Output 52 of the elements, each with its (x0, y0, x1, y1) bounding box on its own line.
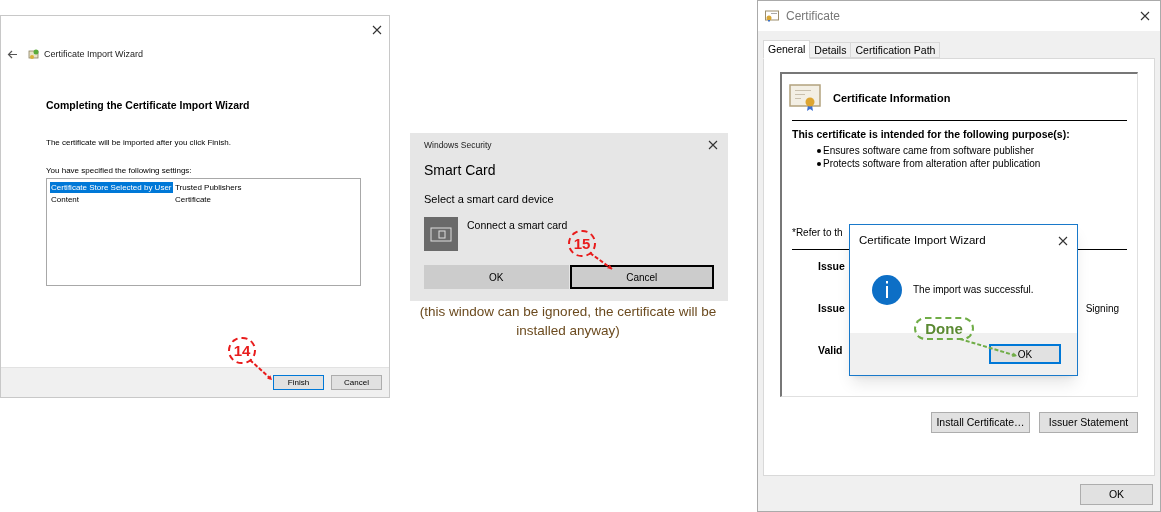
callout-label: 15 (568, 230, 596, 257)
tab[interactable]: Certification Path (851, 42, 941, 58)
bullet-icon (817, 149, 821, 153)
certificate-button[interactable]: Install Certificate… (931, 412, 1030, 433)
purpose-heading: This certificate is intended for the following purpose(s): (792, 129, 1071, 140)
window-title: Certificate (786, 10, 841, 22)
wizard-button[interactable]: Finish (273, 375, 324, 390)
close-icon[interactable] (1058, 235, 1068, 246)
certificate-button[interactable]: Issuer Statement (1039, 412, 1138, 433)
dialog-caption: Windows Security (424, 140, 492, 150)
smart-card-icon (424, 217, 458, 251)
info-title: Certificate Information (833, 92, 951, 104)
dialog-button[interactable]: OK (424, 265, 569, 289)
back-arrow-icon[interactable] (7, 49, 18, 59)
refer-note: *Refer to th (792, 227, 843, 238)
setting-name[interactable]: Certificate Store Selected by User (50, 182, 173, 193)
wizard-message: The certificate will be imported after you click Finish. (46, 138, 232, 147)
settings-list[interactable]: Certificate Store Selected by User Trusted Publishers Content Certificate (46, 177, 361, 286)
dialog-title: Smart Card (424, 163, 497, 177)
certificate-icon (28, 48, 40, 60)
note-text: (this window can be ignored, the certificate will be installed anyway) (418, 303, 718, 340)
purpose-item: Ensures software came from software publisher (823, 146, 1035, 156)
setting-name[interactable]: Content (50, 194, 171, 205)
dialog-message: The import was successful. (913, 284, 1034, 295)
bullet-icon (817, 162, 821, 166)
callout-label: 14 (228, 337, 256, 364)
callout-label: Done (914, 317, 974, 340)
info-icon (872, 274, 902, 305)
field-label: Issue (818, 261, 845, 272)
dialog-button[interactable]: Cancel (569, 265, 714, 289)
field-label: Valid (818, 345, 843, 356)
dialog-prompt: Select a smart card device (424, 194, 555, 205)
close-icon[interactable] (372, 25, 382, 35)
setting-value: Trusted Publishers (175, 183, 242, 192)
dialog-title: Certificate Import Wizard (859, 235, 986, 247)
close-icon[interactable] (708, 140, 718, 150)
certificate-icon (765, 10, 779, 22)
wizard-button[interactable]: Cancel (331, 375, 382, 390)
tab[interactable]: General (763, 40, 811, 59)
setting-value: Certificate (175, 195, 211, 204)
ok-button[interactable]: OK (989, 344, 1061, 364)
wizard-title: Certificate Import Wizard (44, 49, 144, 59)
wizard-heading: Completing the Certificate Import Wizard (46, 100, 251, 111)
certificate-icon (789, 84, 821, 112)
settings-label: You have specified the following settings: (46, 166, 193, 175)
close-icon[interactable] (1140, 11, 1150, 21)
tab[interactable]: Details (810, 42, 852, 58)
field-label: Issue (818, 303, 845, 314)
ok-button[interactable]: OK (1080, 484, 1153, 505)
smart-card-option[interactable]: Connect a smart card (467, 220, 568, 231)
field-value: Signing (1085, 303, 1119, 314)
purpose-item: Protects software from alteration after publication (823, 159, 1041, 169)
